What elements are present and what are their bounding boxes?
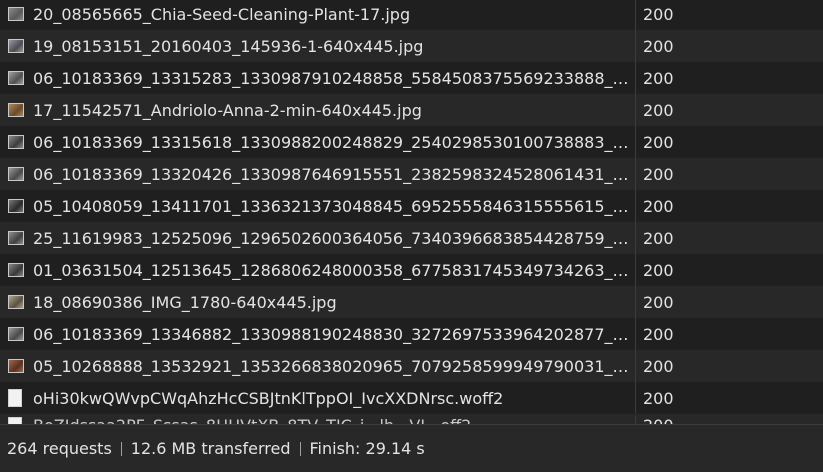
network-panel: 20_08565665_Chia-Seed-Cleaning-Plant-17.… [0,0,823,472]
status-cell: 200 [635,190,823,222]
request-name: 05_10268888_13532921_1353266838020965_70… [33,356,633,376]
status-code: 200 [643,388,674,408]
image-thumbnail-icon [8,295,24,309]
request-name: 06_10183369_13346882_1330988190248830_32… [33,324,633,344]
status-cell: 200 [635,94,823,126]
request-name: 01_03631504_12513645_1286806248000358_67… [33,260,633,280]
image-thumbnail-icon [8,167,24,181]
status-code: 200 [643,36,674,56]
status-code: 200 [643,228,674,248]
request-name-cell[interactable]: 06_10183369_13315618_1330988200248829_25… [0,133,635,152]
image-thumbnail-icon [8,327,24,341]
status-cell: 200 [635,350,823,382]
status-code: 200 [643,132,674,152]
image-thumbnail-icon [8,135,24,149]
request-name-cell[interactable]: 05_10408059_13411701_1336321373048845_69… [0,197,635,216]
request-name: 18_08690386_IMG_1780-640x445.jpg [33,292,337,312]
request-row[interactable]: 06_10183369_13315283_1330987910248858_55… [0,62,823,94]
image-thumbnail-icon [8,39,24,53]
request-name: oHi30kwQWvpCWqAhzHcCSBJtnKlTppOI_IvcXXDN… [33,388,504,408]
request-name: 17_11542571_Andriolo-Anna-2-min-640x445.… [33,100,422,120]
request-name-cell[interactable]: 19_08153151_20160403_145936-1-640x445.jp… [0,37,635,56]
request-list[interactable]: 20_08565665_Chia-Seed-Cleaning-Plant-17.… [0,0,823,424]
transferred-size: 12.6 MB transferred [130,439,291,458]
request-name: 06_10183369_13315283_1330987910248858_55… [33,68,633,88]
status-cell: 200 [635,158,823,190]
image-thumbnail-icon [8,103,24,117]
request-name: 06_10183369_13315618_1330988200248829_25… [33,132,633,152]
request-row[interactable]: BoZJdssaa2PF_Sssas_8HHVtXB_8TV_TIC_i...l… [0,414,823,424]
status-code: 200 [643,68,674,88]
status-code: 200 [643,356,674,376]
status-cell: 200 [635,126,823,158]
request-row[interactable]: 20_08565665_Chia-Seed-Cleaning-Plant-17.… [0,0,823,30]
image-thumbnail-icon [8,263,24,277]
image-thumbnail-icon [8,199,24,213]
finish-time: Finish: 29.14 s [309,439,425,458]
separator [120,441,122,456]
request-row[interactable]: 06_10183369_13315618_1330988200248829_25… [0,126,823,158]
status-code: 200 [643,292,674,312]
request-row[interactable]: 05_10408059_13411701_1336321373048845_69… [0,190,823,222]
status-bar: 264 requests 12.6 MB transferred Finish:… [0,424,823,472]
status-cell: 200 [635,0,823,30]
status-code: 200 [643,164,674,184]
request-row[interactable]: 06_10183369_13346882_1330988190248830_32… [0,318,823,350]
document-icon [8,416,22,424]
request-name-cell[interactable]: 05_10268888_13532921_1353266838020965_70… [0,357,635,376]
request-count: 264 requests [7,439,112,458]
image-thumbnail-icon [8,7,24,21]
status-code: 200 [643,416,674,424]
request-name-cell[interactable]: BoZJdssaa2PF_Sssas_8HHVtXB_8TV_TIC_i...l… [0,416,635,424]
separator [299,441,301,456]
request-name-cell[interactable]: 20_08565665_Chia-Seed-Cleaning-Plant-17.… [0,5,635,24]
status-cell: 200 [635,382,823,414]
request-row[interactable]: 19_08153151_20160403_145936-1-640x445.jp… [0,30,823,62]
status-code: 200 [643,324,674,344]
request-name: 05_10408059_13411701_1336321373048845_69… [33,196,633,216]
request-name-cell[interactable]: 06_10183369_13346882_1330988190248830_32… [0,325,635,344]
request-name: 06_10183369_13320426_1330987646915551_23… [33,164,633,184]
status-cell: 200 [635,286,823,318]
image-thumbnail-icon [8,71,24,85]
request-row[interactable]: 17_11542571_Andriolo-Anna-2-min-640x445.… [0,94,823,126]
request-name: BoZJdssaa2PF_Sssas_8HHVtXB_8TV_TIC_i...l… [33,416,471,424]
request-name-cell[interactable]: 17_11542571_Andriolo-Anna-2-min-640x445.… [0,101,635,120]
request-name-cell[interactable]: oHi30kwQWvpCWqAhzHcCSBJtnKlTppOI_IvcXXDN… [0,389,635,408]
request-row[interactable]: oHi30kwQWvpCWqAhzHcCSBJtnKlTppOI_IvcXXDN… [0,382,823,414]
request-name: 25_11619983_12525096_1296502600364056_73… [33,228,633,248]
status-code: 200 [643,196,674,216]
status-code: 200 [643,4,674,24]
document-icon [8,389,22,407]
status-cell: 200 [635,222,823,254]
request-row[interactable]: 18_08690386_IMG_1780-640x445.jpg 200 [0,286,823,318]
status-cell: 200 [635,416,823,424]
request-name-cell[interactable]: 06_10183369_13320426_1330987646915551_23… [0,165,635,184]
request-name: 20_08565665_Chia-Seed-Cleaning-Plant-17.… [33,4,411,24]
image-thumbnail-icon [8,359,24,373]
status-cell: 200 [635,62,823,94]
request-name: 19_08153151_20160403_145936-1-640x445.jp… [33,36,424,56]
status-cell: 200 [635,318,823,350]
request-name-cell[interactable]: 18_08690386_IMG_1780-640x445.jpg [0,293,635,312]
status-code: 200 [643,100,674,120]
request-name-cell[interactable]: 25_11619983_12525096_1296502600364056_73… [0,229,635,248]
request-name-cell[interactable]: 06_10183369_13315283_1330987910248858_55… [0,69,635,88]
request-row[interactable]: 01_03631504_12513645_1286806248000358_67… [0,254,823,286]
request-row[interactable]: 25_11619983_12525096_1296502600364056_73… [0,222,823,254]
image-thumbnail-icon [8,231,24,245]
request-row[interactable]: 06_10183369_13320426_1330987646915551_23… [0,158,823,190]
request-row[interactable]: 05_10268888_13532921_1353266838020965_70… [0,350,823,382]
request-name-cell[interactable]: 01_03631504_12513645_1286806248000358_67… [0,261,635,280]
status-cell: 200 [635,30,823,62]
status-cell: 200 [635,254,823,286]
status-code: 200 [643,260,674,280]
